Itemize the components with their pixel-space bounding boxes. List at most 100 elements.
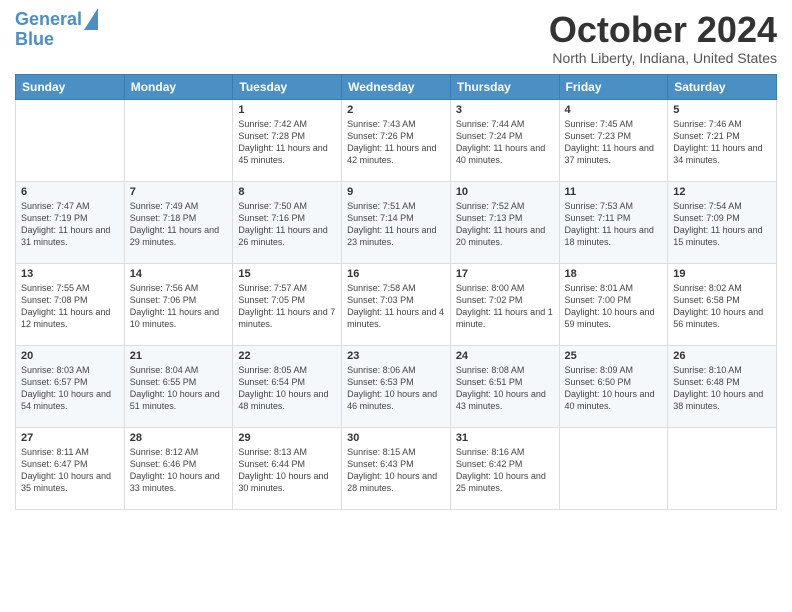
day-number: 30 <box>347 432 445 444</box>
calendar-cell: 17 Sunrise: 8:00 AM Sunset: 7:02 PM Dayli… <box>450 263 559 345</box>
calendar-cell: 11Sunrise: 7:53 AM Sunset: 7:11 PM Dayli… <box>559 181 668 263</box>
day-info: Sunrise: 8:02 AM Sunset: 6:58 PM Dayligh… <box>673 282 771 331</box>
day-info: Sunrise: 8:00 AM Sunset: 7:02 PM Dayligh… <box>456 282 554 331</box>
calendar-cell: 29Sunrise: 8:13 AM Sunset: 6:44 PM Dayli… <box>233 427 342 509</box>
day-info: Sunrise: 8:12 AM Sunset: 6:46 PM Dayligh… <box>130 446 228 495</box>
day-number: 26 <box>673 350 771 362</box>
calendar-cell: 18Sunrise: 8:01 AM Sunset: 7:00 PM Dayli… <box>559 263 668 345</box>
week-row-5: 27 Sunrise: 8:11 AM Sunset: 6:47 PM Dayli… <box>16 427 777 509</box>
day-number: 19 <box>673 268 771 280</box>
day-number: 23 <box>347 350 445 362</box>
calendar-cell <box>559 427 668 509</box>
day-number: 13 <box>21 268 119 280</box>
day-info: Sunrise: 8:15 AM Sunset: 6:43 PM Dayligh… <box>347 446 445 495</box>
day-number: 8 <box>238 186 336 198</box>
calendar-cell: 14Sunrise: 7:56 AM Sunset: 7:06 PM Dayli… <box>124 263 233 345</box>
page: General Blue October 2024 North Liberty,… <box>0 0 792 612</box>
calendar-cell: 24 Sunrise: 8:08 AM Sunset: 6:51 PM Dayli… <box>450 345 559 427</box>
day-header-monday: Monday <box>124 74 233 99</box>
day-header-sunday: Sunday <box>16 74 125 99</box>
day-info: Sunrise: 7:44 AM Sunset: 7:24 PM Dayligh… <box>456 118 554 167</box>
day-number: 24 <box>456 350 554 362</box>
day-number: 4 <box>565 104 663 116</box>
day-info: Sunrise: 7:43 AM Sunset: 7:26 PM Dayligh… <box>347 118 445 167</box>
day-number: 27 <box>21 432 119 444</box>
day-info: Sunrise: 7:50 AM Sunset: 7:16 PM Dayligh… <box>238 200 336 249</box>
day-info: Sunrise: 8:10 AM Sunset: 6:48 PM Dayligh… <box>673 364 771 413</box>
day-header-friday: Friday <box>559 74 668 99</box>
day-info: Sunrise: 8:05 AM Sunset: 6:54 PM Dayligh… <box>238 364 336 413</box>
day-number: 16 <box>347 268 445 280</box>
calendar-cell: 1 Sunrise: 7:42 AM Sunset: 7:28 PM Daylig… <box>233 99 342 181</box>
calendar-cell: 3 Sunrise: 7:44 AM Sunset: 7:24 PM Daylig… <box>450 99 559 181</box>
day-info: Sunrise: 7:47 AM Sunset: 7:19 PM Dayligh… <box>21 200 119 249</box>
day-info: Sunrise: 7:42 AM Sunset: 7:28 PM Dayligh… <box>238 118 336 167</box>
day-info: Sunrise: 7:52 AM Sunset: 7:13 PM Dayligh… <box>456 200 554 249</box>
day-header-thursday: Thursday <box>450 74 559 99</box>
day-info: Sunrise: 7:45 AM Sunset: 7:23 PM Dayligh… <box>565 118 663 167</box>
month-title: October 2024 <box>549 10 777 50</box>
day-number: 22 <box>238 350 336 362</box>
calendar-cell: 20Sunrise: 8:03 AM Sunset: 6:57 PM Dayli… <box>16 345 125 427</box>
calendar-cell <box>124 99 233 181</box>
calendar-cell <box>668 427 777 509</box>
calendar: SundayMondayTuesdayWednesdayThursdayFrid… <box>15 74 777 510</box>
calendar-cell: 26 Sunrise: 8:10 AM Sunset: 6:48 PM Dayli… <box>668 345 777 427</box>
day-number: 17 <box>456 268 554 280</box>
day-number: 12 <box>673 186 771 198</box>
calendar-header-row: SundayMondayTuesdayWednesdayThursdayFrid… <box>16 74 777 99</box>
calendar-cell: 2 Sunrise: 7:43 AM Sunset: 7:26 PM Daylig… <box>342 99 451 181</box>
day-info: Sunrise: 8:03 AM Sunset: 6:57 PM Dayligh… <box>21 364 119 413</box>
day-number: 5 <box>673 104 771 116</box>
day-number: 31 <box>456 432 554 444</box>
week-row-2: 6 Sunrise: 7:47 AM Sunset: 7:19 PM Daylig… <box>16 181 777 263</box>
day-number: 3 <box>456 104 554 116</box>
calendar-cell: 25Sunrise: 8:09 AM Sunset: 6:50 PM Dayli… <box>559 345 668 427</box>
day-info: Sunrise: 8:01 AM Sunset: 7:00 PM Dayligh… <box>565 282 663 331</box>
week-row-1: 1 Sunrise: 7:42 AM Sunset: 7:28 PM Daylig… <box>16 99 777 181</box>
day-info: Sunrise: 8:06 AM Sunset: 6:53 PM Dayligh… <box>347 364 445 413</box>
day-number: 15 <box>238 268 336 280</box>
calendar-cell: 21Sunrise: 8:04 AM Sunset: 6:55 PM Dayli… <box>124 345 233 427</box>
header: General Blue October 2024 North Liberty,… <box>15 10 777 66</box>
calendar-cell: 6 Sunrise: 7:47 AM Sunset: 7:19 PM Daylig… <box>16 181 125 263</box>
day-number: 21 <box>130 350 228 362</box>
day-number: 2 <box>347 104 445 116</box>
day-info: Sunrise: 7:54 AM Sunset: 7:09 PM Dayligh… <box>673 200 771 249</box>
calendar-cell: 31 Sunrise: 8:16 AM Sunset: 6:42 PM Dayli… <box>450 427 559 509</box>
day-number: 6 <box>21 186 119 198</box>
day-info: Sunrise: 7:46 AM Sunset: 7:21 PM Dayligh… <box>673 118 771 167</box>
day-header-saturday: Saturday <box>668 74 777 99</box>
day-number: 10 <box>456 186 554 198</box>
location: North Liberty, Indiana, United States <box>549 50 777 66</box>
day-info: Sunrise: 7:58 AM Sunset: 7:03 PM Dayligh… <box>347 282 445 331</box>
calendar-cell <box>16 99 125 181</box>
day-info: Sunrise: 7:57 AM Sunset: 7:05 PM Dayligh… <box>238 282 336 331</box>
day-number: 11 <box>565 186 663 198</box>
day-number: 14 <box>130 268 228 280</box>
calendar-cell: 27 Sunrise: 8:11 AM Sunset: 6:47 PM Dayli… <box>16 427 125 509</box>
day-info: Sunrise: 8:08 AM Sunset: 6:51 PM Dayligh… <box>456 364 554 413</box>
calendar-cell: 13 Sunrise: 7:55 AM Sunset: 7:08 PM Dayli… <box>16 263 125 345</box>
calendar-cell: 28Sunrise: 8:12 AM Sunset: 6:46 PM Dayli… <box>124 427 233 509</box>
day-info: Sunrise: 8:11 AM Sunset: 6:47 PM Dayligh… <box>21 446 119 495</box>
day-number: 9 <box>347 186 445 198</box>
day-header-wednesday: Wednesday <box>342 74 451 99</box>
calendar-cell: 7Sunrise: 7:49 AM Sunset: 7:18 PM Daylig… <box>124 181 233 263</box>
calendar-cell: 4 Sunrise: 7:45 AM Sunset: 7:23 PM Daylig… <box>559 99 668 181</box>
day-info: Sunrise: 8:16 AM Sunset: 6:42 PM Dayligh… <box>456 446 554 495</box>
day-number: 1 <box>238 104 336 116</box>
day-info: Sunrise: 7:55 AM Sunset: 7:08 PM Dayligh… <box>21 282 119 331</box>
calendar-cell: 22 Sunrise: 8:05 AM Sunset: 6:54 PM Dayli… <box>233 345 342 427</box>
calendar-cell: 9Sunrise: 7:51 AM Sunset: 7:14 PM Daylig… <box>342 181 451 263</box>
logo-text2: Blue <box>15 30 54 50</box>
week-row-4: 20Sunrise: 8:03 AM Sunset: 6:57 PM Dayli… <box>16 345 777 427</box>
logo-triangle-icon <box>84 8 98 30</box>
day-header-tuesday: Tuesday <box>233 74 342 99</box>
day-info: Sunrise: 8:09 AM Sunset: 6:50 PM Dayligh… <box>565 364 663 413</box>
calendar-cell: 30 Sunrise: 8:15 AM Sunset: 6:43 PM Dayli… <box>342 427 451 509</box>
calendar-cell: 16 Sunrise: 7:58 AM Sunset: 7:03 PM Dayli… <box>342 263 451 345</box>
title-block: October 2024 North Liberty, Indiana, Uni… <box>549 10 777 66</box>
logo-text: General <box>15 10 82 30</box>
day-info: Sunrise: 8:13 AM Sunset: 6:44 PM Dayligh… <box>238 446 336 495</box>
